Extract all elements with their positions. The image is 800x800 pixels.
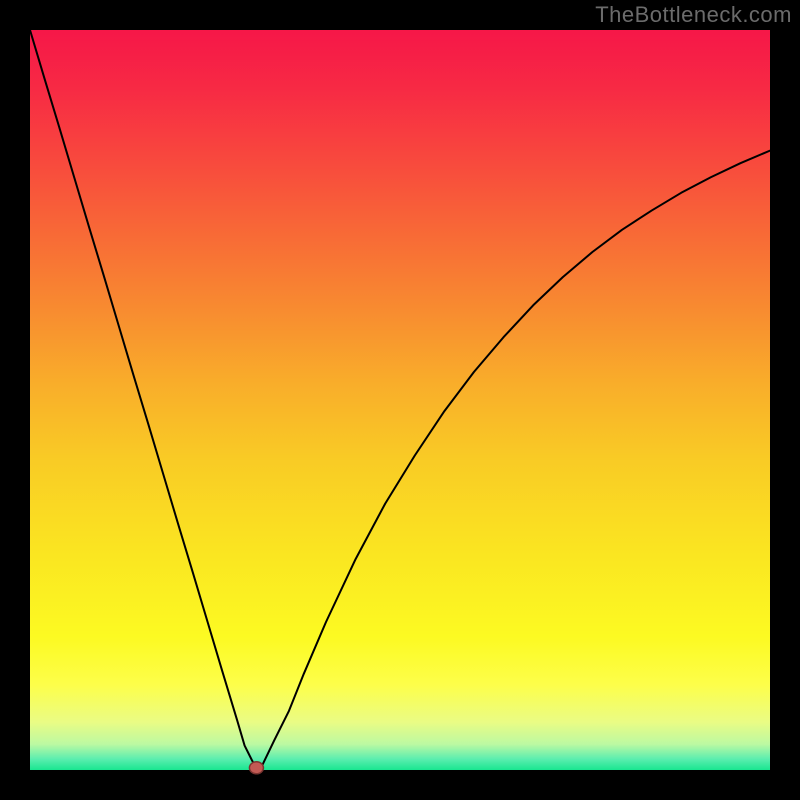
watermark-text: TheBottleneck.com	[595, 2, 792, 28]
chart-svg	[0, 0, 800, 800]
chart-container: TheBottleneck.com	[0, 0, 800, 800]
minimum-marker	[249, 762, 263, 774]
